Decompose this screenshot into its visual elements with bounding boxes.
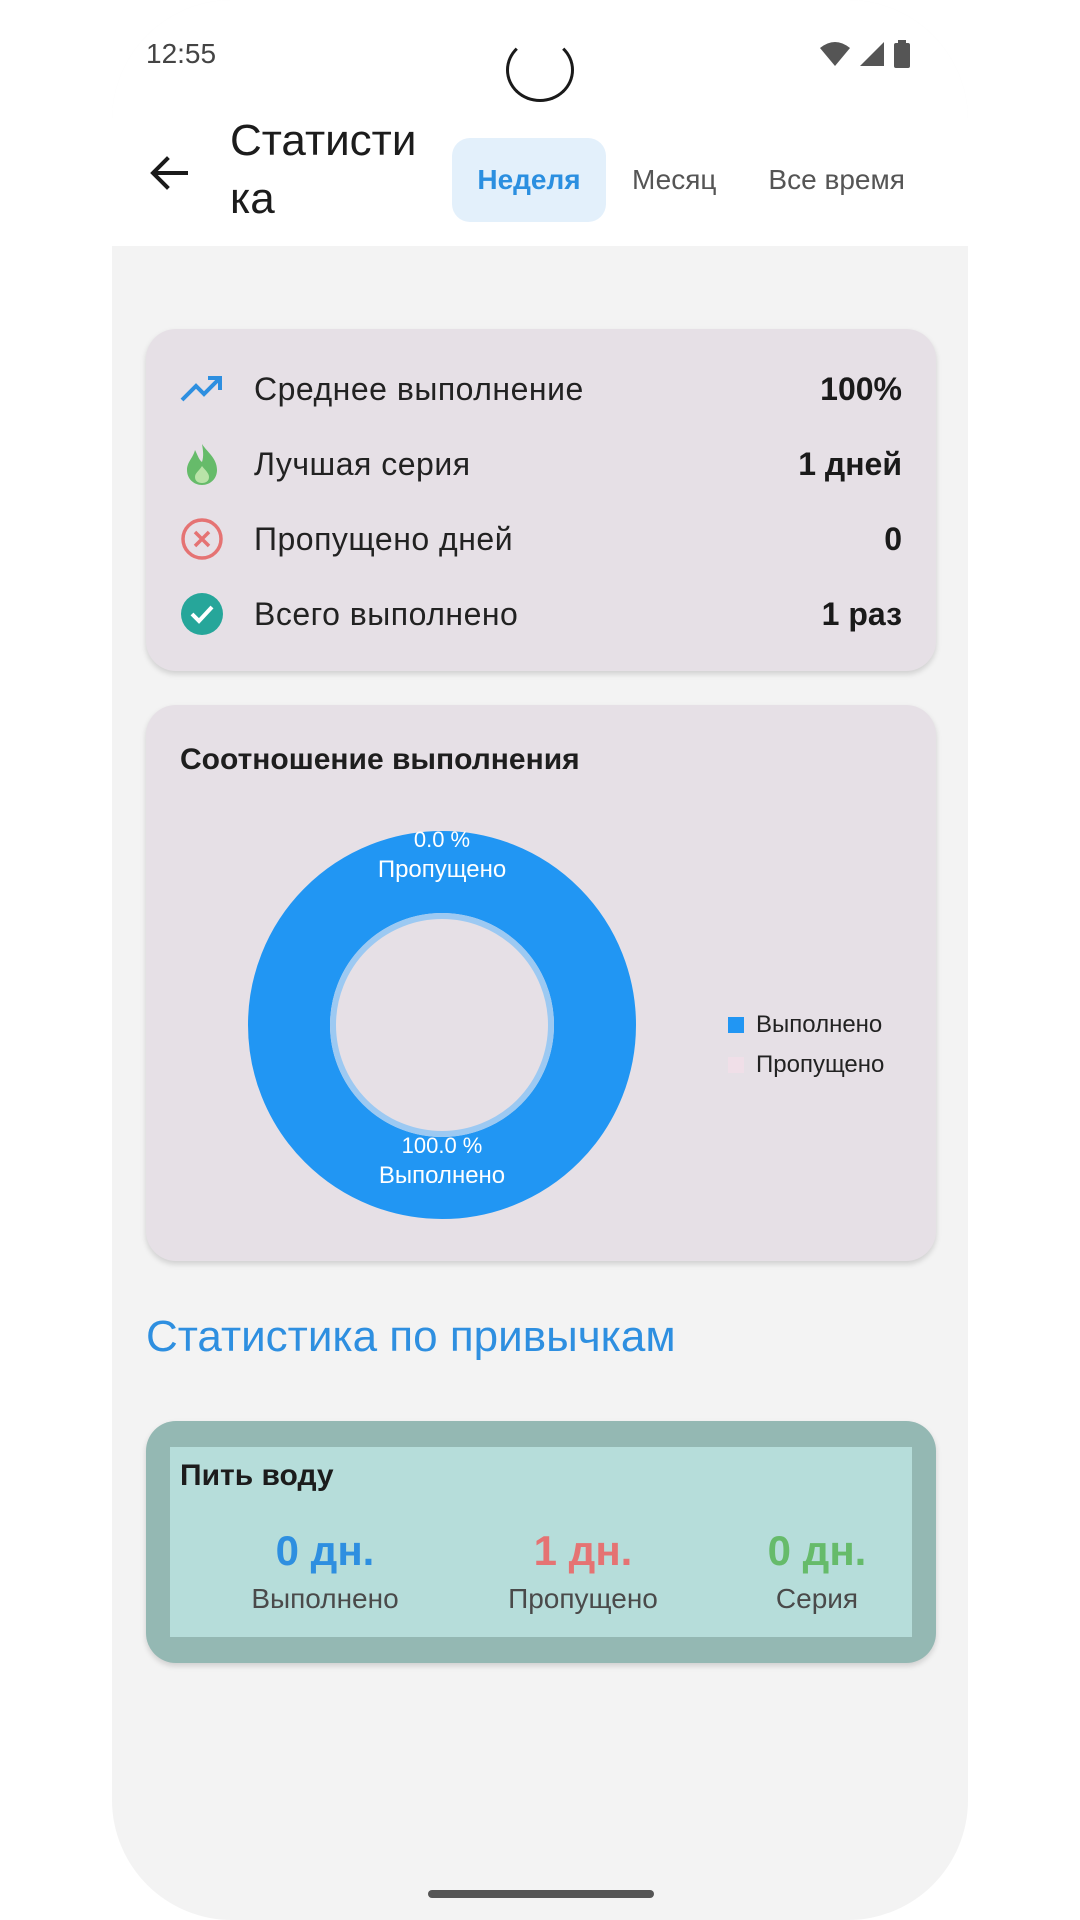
habit-stat-streak: 0 дн. Серия	[702, 1527, 932, 1615]
habit-stat-value: 0 дн.	[767, 1527, 867, 1574]
tab-all-time[interactable]: Все время	[742, 138, 930, 222]
battery-icon	[894, 40, 910, 68]
slice-name-label: Пропущено	[378, 856, 506, 883]
camera-cutout	[506, 38, 574, 102]
habits-section-title: Статистика по привычкам	[146, 1312, 676, 1361]
trending-up-icon	[180, 367, 224, 411]
back-button[interactable]	[146, 150, 192, 196]
donut-chart: 100.0 % Выполнено 0.0 % Пропущено	[248, 827, 636, 1219]
stat-row-missed: Пропущено дней 0	[146, 509, 936, 569]
habit-stat-label: Серия	[775, 1583, 859, 1614]
slice-percent-label: 0.0 %	[414, 827, 470, 852]
stat-row-best-streak: Лучшая серия 1 дней	[146, 434, 936, 494]
stat-label: Лучшая серия	[254, 445, 471, 482]
legend-item-completed: Выполнено	[728, 1005, 884, 1045]
legend-label: Пропущено	[756, 1051, 885, 1078]
legend-label: Выполнено	[756, 1011, 883, 1038]
stat-label: Пропущено дней	[254, 520, 514, 557]
check-circle-icon	[180, 592, 224, 636]
stat-label: Среднее выполнение	[254, 370, 584, 407]
page-title: Статисти ка	[230, 116, 417, 223]
completion-chart-card: Соотношение выполнения 100.0 % Выполнено 0…	[146, 705, 936, 1261]
legend-item-missed: Пропущено	[728, 1045, 884, 1085]
home-indicator[interactable]	[428, 1890, 654, 1898]
summary-card: Среднее выполнение 100% Лучшая серия 1 д…	[146, 329, 936, 671]
top-bar-area: 12:55 Статисти ка Неделя Месяц Все время	[112, 0, 968, 246]
signal-icon	[860, 42, 884, 66]
chart-legend: Выполнено Пропущено	[728, 1005, 884, 1085]
habit-card[interactable]: Пить воду 0 дн. Выполнено 1 дн. Пропущен…	[146, 1421, 936, 1663]
habit-stat-value: 0 дн.	[275, 1527, 375, 1574]
habit-card-content: Пить воду 0 дн. Выполнено 1 дн. Пропущен…	[170, 1447, 912, 1637]
tab-month[interactable]: Месяц	[606, 138, 742, 222]
slice-percent-label: 100.0 %	[402, 1133, 483, 1158]
stat-value: 0	[884, 520, 902, 557]
flame-icon	[180, 442, 224, 486]
habit-stat-completed: 0 дн. Выполнено	[210, 1527, 440, 1615]
slice-name-label: Выполнено	[379, 1162, 505, 1189]
stat-label: Всего выполнено	[254, 595, 519, 632]
period-tabs: Неделя Месяц Все время	[452, 138, 931, 222]
habit-stat-missed: 1 дн. Пропущено	[468, 1527, 698, 1615]
status-time: 12:55	[146, 38, 217, 69]
habit-stat-label: Пропущено	[508, 1583, 658, 1614]
legend-swatch	[728, 1017, 744, 1033]
tab-week[interactable]: Неделя	[452, 138, 606, 222]
stat-value: 100%	[820, 370, 902, 407]
wifi-icon	[820, 42, 850, 66]
phone-screen: 12:55 Статистика Неделя Месяц Все время	[112, 0, 968, 1920]
donut-inner-ring	[330, 913, 554, 1137]
stat-value: 1 дней	[798, 445, 902, 482]
stat-value: 1 раз	[821, 595, 902, 632]
stat-row-average: Среднее выполнение 100%	[146, 359, 936, 419]
habit-stat-label: Выполнено	[251, 1583, 399, 1614]
cancel-circle-icon	[180, 517, 224, 561]
arrow-left-icon	[150, 156, 188, 190]
legend-swatch	[728, 1057, 744, 1073]
habit-name: Пить воду	[180, 1459, 334, 1492]
status-icons	[820, 40, 910, 68]
habit-stat-value: 1 дн.	[533, 1527, 633, 1574]
stat-row-total: Всего выполнено 1 раз	[146, 584, 936, 644]
